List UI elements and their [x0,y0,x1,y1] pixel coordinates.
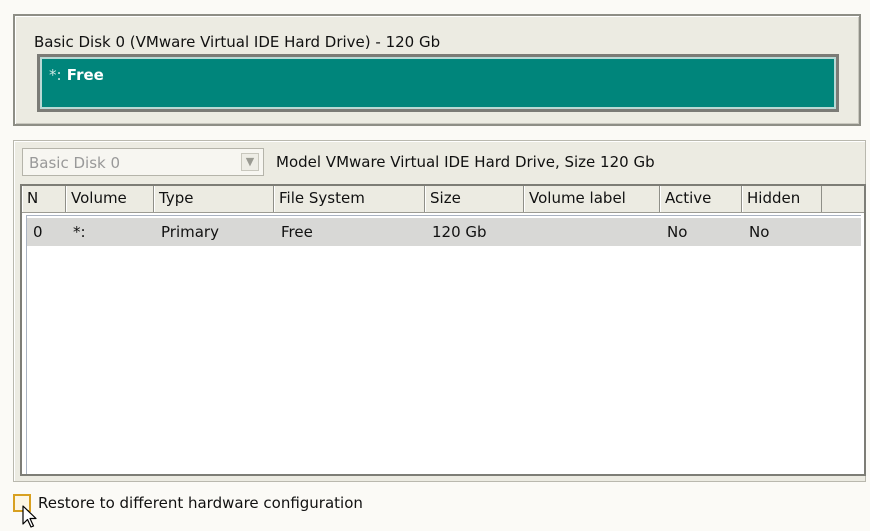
mouse-pointer-icon [22,505,37,528]
disk-select-value: Basic Disk 0 [29,154,121,172]
chevron-down-icon[interactable]: ▼ [241,153,259,171]
column-header-file-system[interactable]: File System [274,186,425,212]
disk-map-panel: Basic Disk 0 (VMware Virtual IDE Hard Dr… [13,14,861,126]
column-header-volume[interactable]: Volume [66,186,154,212]
table-row[interactable]: 0 *: Primary Free 120 Gb No No [27,218,861,246]
disk-map-title: Basic Disk 0 (VMware Virtual IDE Hard Dr… [34,33,441,51]
cell-file-system: Free [281,223,313,241]
cell-hidden: No [749,223,770,241]
column-header-n[interactable]: N [22,186,66,212]
column-header-active[interactable]: Active [660,186,742,212]
model-info: Model VMware Virtual IDE Hard Drive, Siz… [276,153,655,171]
volumes-list: 0 *: Primary Free 120 Gb No No [26,215,861,474]
partition-block-free[interactable]: *: Free [37,54,839,112]
cell-n: 0 [33,223,43,241]
partition-label: *: Free [49,66,104,84]
restore-hardware-label[interactable]: Restore to different hardware configurat… [38,494,363,512]
disk-details-panel: Basic Disk 0 ▼ Model VMware Virtual IDE … [13,140,866,482]
column-header-volume-label[interactable]: Volume label [524,186,660,212]
table-header: N Volume Type File System Size Volume la… [22,186,864,213]
cell-volume: *: [73,223,86,241]
volumes-table: N Volume Type File System Size Volume la… [20,184,866,476]
column-header-type[interactable]: Type [154,186,274,212]
partition-letter: *: [49,66,62,84]
partition-name: Free [66,66,104,84]
column-header-size[interactable]: Size [425,186,524,212]
disk-select-dropdown[interactable]: Basic Disk 0 ▼ [22,148,264,176]
cell-size: 120 Gb [432,223,487,241]
cell-active: No [667,223,688,241]
cell-type: Primary [161,223,219,241]
column-header-hidden[interactable]: Hidden [742,186,822,212]
